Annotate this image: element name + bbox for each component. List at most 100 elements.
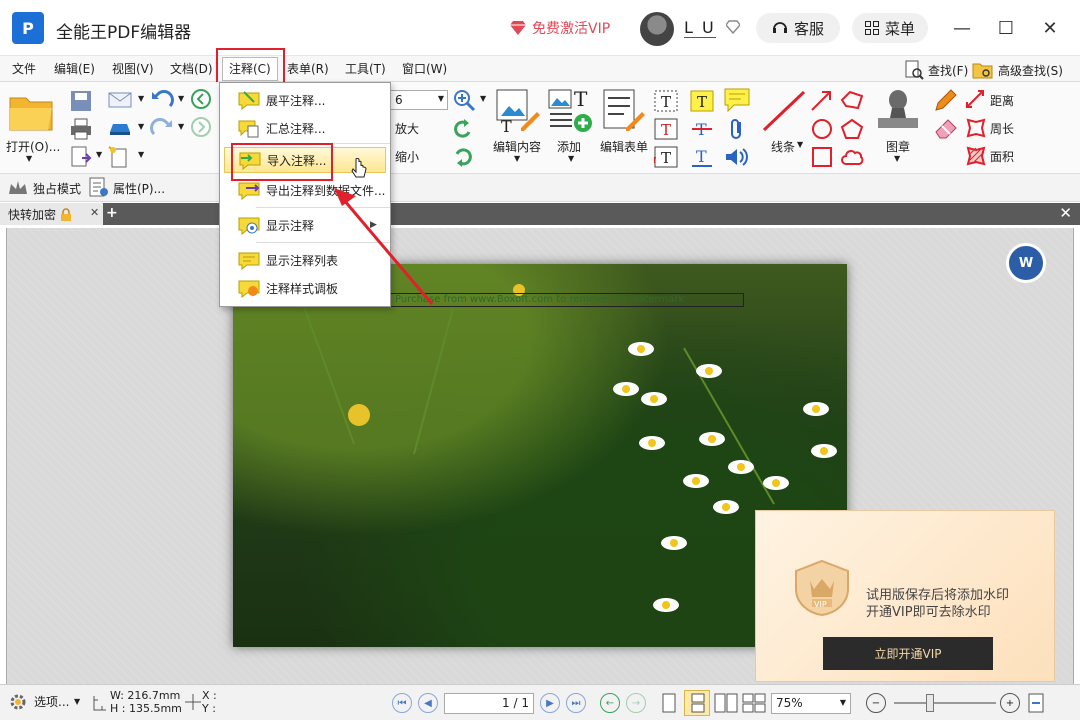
export-doc-icon[interactable] (70, 146, 92, 168)
stamp-label[interactable]: 图章 (886, 138, 910, 155)
menu-item-summarize-comments[interactable]: 汇总注释... (220, 115, 390, 141)
attach-icon[interactable] (728, 118, 746, 140)
strikeout-icon[interactable]: T (690, 118, 714, 140)
zoom-slider-track[interactable] (894, 702, 996, 704)
zoom-out-label[interactable]: 缩小 (395, 148, 419, 165)
menu-file[interactable]: 文件 (12, 60, 36, 77)
continuous-page-button[interactable] (684, 690, 710, 716)
history-forward-icon[interactable]: → (626, 693, 646, 713)
new-dropdown-icon[interactable]: ▼ (138, 150, 144, 159)
new-doc-icon[interactable] (108, 146, 132, 168)
edit-content-label[interactable]: 编辑内容 (493, 138, 541, 155)
email-dropdown-icon[interactable]: ▼ (138, 94, 144, 103)
edit-content-icon[interactable]: T (495, 88, 541, 134)
new-tab-icon[interactable]: + (106, 205, 118, 221)
add-label[interactable]: 添加 (557, 138, 581, 155)
polygon-line-icon[interactable] (840, 90, 864, 112)
zoom-in-icon[interactable]: + (1000, 693, 1020, 713)
page-number-field[interactable]: 1 / 1 (444, 693, 534, 714)
properties-button[interactable]: 属性(P)... (113, 180, 165, 197)
undo-dropdown-icon[interactable]: ▼ (178, 94, 184, 103)
line-dropdown-icon[interactable]: ▼ (797, 140, 803, 149)
fit-page-icon[interactable] (1026, 693, 1046, 713)
zoom-slider-thumb[interactable] (926, 694, 934, 712)
menu-edit[interactable]: 编辑(E) (54, 60, 95, 77)
pentagon-tool-icon[interactable] (840, 118, 864, 140)
edit-content-dropdown-icon[interactable]: ▼ (514, 154, 520, 163)
back-icon[interactable] (190, 88, 212, 110)
main-menu-button[interactable]: 菜单 (852, 13, 928, 43)
menu-item-flatten-comments[interactable]: 展平注释... (220, 87, 390, 113)
underline-icon[interactable]: T (690, 146, 714, 168)
line-tool-icon[interactable] (760, 88, 808, 134)
user-name[interactable]: L U (684, 18, 716, 38)
history-back-icon[interactable]: ← (600, 693, 620, 713)
pencil-icon[interactable] (934, 88, 958, 112)
menu-view[interactable]: 视图(V) (112, 60, 154, 77)
stamp-icon[interactable] (874, 88, 922, 134)
options-button[interactable]: 选项... (34, 696, 69, 708)
redo-icon[interactable] (150, 116, 174, 138)
area-icon[interactable] (964, 144, 988, 166)
perimeter-icon[interactable] (964, 116, 988, 138)
advanced-find-button[interactable]: 高级查找(S) (972, 60, 1063, 80)
menu-window[interactable]: 窗口(W) (402, 60, 447, 77)
typewriter-icon[interactable]: T (690, 90, 714, 112)
open-folder-icon[interactable] (8, 92, 56, 132)
text-frame-icon[interactable]: T (654, 118, 678, 140)
text-callout-icon[interactable]: T (654, 146, 678, 168)
avatar[interactable] (640, 12, 674, 46)
area-label[interactable]: 面积 (990, 148, 1014, 165)
document-tab[interactable]: 快转加密 (0, 203, 103, 225)
redo-dropdown-icon[interactable]: ▼ (178, 122, 184, 131)
zoom-select[interactable]: 75% ▼ (771, 693, 851, 714)
facing-page-icon[interactable] (714, 693, 738, 713)
perimeter-label[interactable]: 周长 (990, 120, 1014, 137)
ellipse-tool-icon[interactable] (810, 118, 834, 140)
email-icon[interactable] (108, 90, 132, 110)
close-document-icon[interactable]: ✕ (1059, 204, 1072, 222)
last-page-icon[interactable]: ⏭ (566, 693, 586, 713)
rotate-left-icon[interactable] (452, 118, 474, 140)
zoom-combo[interactable]: 6 ▼ (390, 90, 448, 110)
first-page-icon[interactable]: ⏮ (392, 693, 412, 713)
edit-form-label[interactable]: 编辑表单 (600, 138, 648, 155)
add-content-icon[interactable]: T (548, 88, 594, 134)
zoom-in-label[interactable]: 放大 (395, 120, 419, 137)
open-dropdown-icon[interactable]: ▼ (26, 154, 32, 163)
next-page-icon[interactable]: ▶ (540, 693, 560, 713)
save-icon[interactable] (70, 90, 92, 112)
exclusive-mode-button[interactable]: 独占模式 (33, 180, 81, 197)
undo-icon[interactable] (150, 88, 174, 110)
distance-label[interactable]: 距离 (990, 92, 1014, 109)
scan-icon[interactable] (108, 118, 132, 138)
word-convert-icon[interactable]: W (1006, 243, 1046, 283)
activate-vip-link[interactable]: 免费激活VIP (510, 18, 610, 38)
prev-page-icon[interactable]: ◀ (418, 693, 438, 713)
scan-dropdown-icon[interactable]: ▼ (138, 122, 144, 131)
eraser-icon[interactable] (934, 116, 958, 140)
note-icon[interactable] (724, 88, 750, 112)
magnifier-dropdown-icon[interactable]: ▼ (480, 94, 486, 103)
cloud-tool-icon[interactable] (840, 146, 864, 168)
arrow-tool-icon[interactable] (810, 90, 834, 112)
stamp-dropdown-icon[interactable]: ▼ (894, 154, 900, 163)
menu-document[interactable]: 文档(D) (170, 60, 213, 77)
activate-vip-button[interactable]: 立即开通VIP (823, 637, 993, 670)
zoom-out-icon[interactable]: − (866, 693, 886, 713)
rotate-right-icon[interactable] (452, 146, 474, 168)
sound-icon[interactable] (724, 146, 750, 168)
menu-form[interactable]: 表单(R) (287, 60, 329, 77)
text-box-icon[interactable]: T (654, 90, 678, 112)
rectangle-tool-icon[interactable] (810, 146, 834, 168)
print-icon[interactable] (70, 118, 92, 140)
options-gear-icon[interactable] (8, 692, 28, 712)
distance-icon[interactable] (964, 88, 988, 110)
maximize-icon[interactable]: ☐ (994, 16, 1018, 40)
tab-close-icon[interactable]: ✕ (90, 206, 99, 219)
forward-icon[interactable] (190, 116, 212, 138)
menu-tools[interactable]: 工具(T) (345, 60, 386, 77)
customer-service-button[interactable]: 客服 (756, 13, 840, 43)
magnifier-icon[interactable] (452, 88, 476, 112)
edit-form-icon[interactable] (602, 88, 648, 134)
